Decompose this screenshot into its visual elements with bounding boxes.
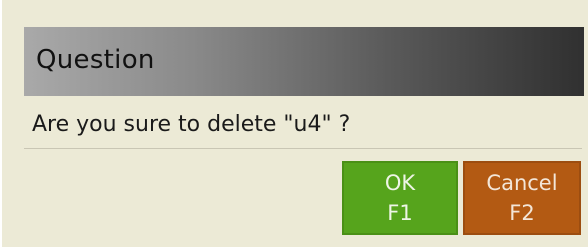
cancel-button-shortcut: F2	[509, 201, 535, 225]
dialog-title: Question	[36, 45, 155, 75]
cancel-button[interactable]: Cancel F2	[463, 161, 581, 235]
question-dialog: Question Are you sure to delete "u4" ? O…	[0, 0, 588, 247]
ok-button[interactable]: OK F1	[342, 161, 458, 235]
divider	[24, 148, 582, 149]
ok-button-shortcut: F1	[387, 201, 413, 225]
dialog-message: Are you sure to delete "u4" ?	[32, 112, 351, 137]
cancel-button-label: Cancel	[486, 171, 558, 195]
ok-button-label: OK	[384, 171, 416, 195]
dialog-title-bar: Question	[24, 27, 584, 96]
